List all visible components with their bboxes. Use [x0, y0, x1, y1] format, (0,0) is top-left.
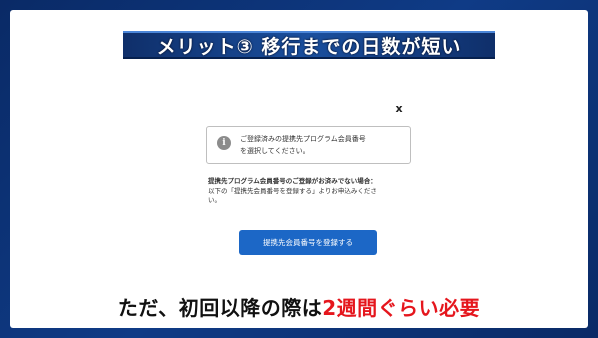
notice-line: 以下の「提携先会員番号を登録する」よりお申込みくださ	[208, 186, 377, 195]
info-message-line: ご登録済みの提携先プログラム会員番号	[240, 135, 366, 143]
caption-highlight: 2週間ぐらい必要	[322, 296, 481, 320]
notice-heading: 提携先プログラム会員番号のご登録がお済みでない場合：	[208, 177, 377, 185]
slide-canvas: メリット③ 移行までの日数が短い x i ご登録済みの提携先プログラム会員番号 …	[10, 10, 588, 328]
info-message: ご登録済みの提携先プログラム会員番号 を選択してください。	[240, 133, 408, 157]
info-message-line: を選択してください。	[240, 147, 310, 155]
slide-title: メリット③ 移行までの日数が短い	[156, 35, 462, 58]
video-frame: メリット③ 移行までの日数が短い x i ご登録済みの提携先プログラム会員番号 …	[0, 0, 598, 338]
slide-caption: ただ、初回以降の際は2週間ぐらい必要	[10, 292, 588, 321]
caption-text: ただ、初回以降の際は	[117, 296, 323, 320]
registration-notice: 提携先プログラム会員番号のご登録がお済みでない場合： 以下の「提携先会員番号を登…	[208, 177, 418, 206]
close-button[interactable]: x	[393, 102, 405, 116]
title-banner: メリット③ 移行までの日数が短い	[123, 31, 495, 59]
info-message-box: i ご登録済みの提携先プログラム会員番号 を選択してください。	[206, 126, 411, 164]
register-member-number-button[interactable]: 提携先会員番号を登録する	[239, 230, 377, 255]
info-icon: i	[217, 136, 231, 150]
notice-line: い。	[208, 196, 221, 204]
